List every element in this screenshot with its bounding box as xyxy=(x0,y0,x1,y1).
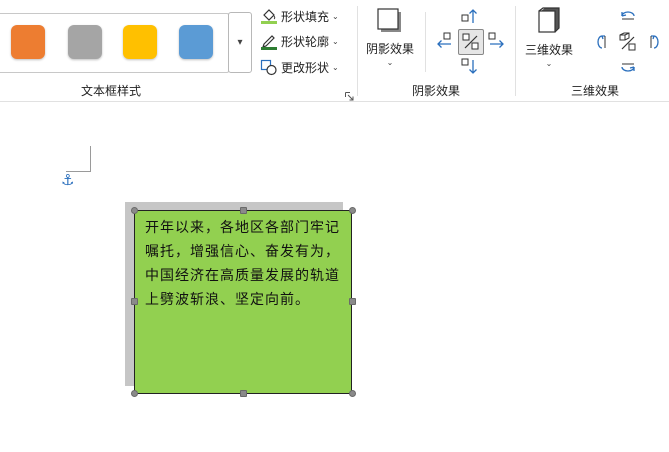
style-swatch-blue[interactable] xyxy=(179,25,213,59)
tilt-left-icon xyxy=(592,35,612,56)
resize-handle-top-right[interactable] xyxy=(349,207,356,214)
shadow-nudge-down-icon xyxy=(460,58,480,81)
shadow-nudge-left-icon xyxy=(434,32,454,55)
shadow-group-label: 阴影效果 xyxy=(412,84,461,98)
chevron-down-icon: ⌄ xyxy=(332,62,339,72)
shadow-toggle-icon xyxy=(459,33,483,58)
resize-handle-bottom-left[interactable] xyxy=(131,390,138,397)
tilt-up-button[interactable] xyxy=(618,6,638,30)
tilt-right-button[interactable] xyxy=(644,32,664,56)
threed-toggle-icon xyxy=(617,32,639,57)
textbox-style-gallery xyxy=(0,13,229,73)
group-separator xyxy=(357,6,358,96)
tilt-down-icon xyxy=(618,62,638,81)
threed-box-icon xyxy=(536,7,562,38)
tilt-down-button[interactable] xyxy=(618,57,638,81)
anchor-icon[interactable]: ⚓ xyxy=(61,171,74,189)
threed-effect-button[interactable]: 三维效果 ⌄ xyxy=(525,7,573,68)
text-box-content[interactable]: 开年以来，各地区各部门牢记嘱托，增强信心、奋发有为，中国经济在高质量发展的轨道上… xyxy=(145,216,345,312)
resize-handle-top[interactable] xyxy=(240,207,247,214)
shadow-nudge-down-button[interactable] xyxy=(460,57,480,81)
shadow-effect-button[interactable]: 阴影效果 ⌄ xyxy=(366,8,414,67)
change-shape-icon xyxy=(260,58,278,76)
resize-handle-bottom-right[interactable] xyxy=(349,390,356,397)
shadow-toggle-button[interactable] xyxy=(458,29,484,55)
shape-outline-label: 形状轮廓 xyxy=(281,34,330,49)
style-swatch-gold[interactable] xyxy=(123,25,157,59)
shadow-nudge-up-icon xyxy=(460,9,480,30)
chevron-down-icon: ▾ xyxy=(237,37,243,48)
text-box[interactable]: 开年以来，各地区各部门牢记嘱托，增强信心、奋发有为，中国经济在高质量发展的轨道上… xyxy=(134,210,352,394)
chevron-down-icon: ⌄ xyxy=(545,59,553,68)
threed-toggle-button[interactable] xyxy=(617,31,639,57)
shadow-nudge-left-button[interactable] xyxy=(434,31,454,55)
resize-handle-bottom[interactable] xyxy=(240,390,247,397)
textbox-styles-group-label: 文本框样式 xyxy=(81,84,142,98)
threed-effect-label: 三维效果 xyxy=(525,43,574,57)
pen-outline-icon xyxy=(260,32,278,50)
ribbon: ▾ 形状填充 ⌄ 形状轮廓 ⌄ 更改形状 ⌄ 文本框样式 阴影效果 ⌄ 阴影效果… xyxy=(0,0,669,102)
shadow-effect-label: 阴影效果 xyxy=(366,42,415,56)
chevron-down-icon: ⌄ xyxy=(332,36,339,46)
chevron-down-icon: ⌄ xyxy=(332,11,339,21)
shadow-nudge-up-button[interactable] xyxy=(460,6,480,30)
tilt-right-icon xyxy=(644,35,664,56)
shape-fill-label: 形状填充 xyxy=(281,9,330,24)
style-swatch-gray[interactable] xyxy=(68,25,102,59)
group-separator xyxy=(425,12,426,72)
threed-group-label: 三维效果 xyxy=(571,84,620,98)
margin-corner-mark xyxy=(66,146,91,172)
shape-fill-button[interactable]: 形状填充 ⌄ xyxy=(260,6,339,26)
resize-handle-left[interactable] xyxy=(131,298,138,305)
group-separator xyxy=(515,6,516,96)
change-shape-button[interactable]: 更改形状 ⌄ xyxy=(260,57,339,77)
shadow-nudge-right-icon xyxy=(487,32,507,55)
dialog-launcher-icon[interactable] xyxy=(345,86,354,101)
chevron-down-icon: ⌄ xyxy=(386,58,394,67)
resize-handle-right[interactable] xyxy=(349,298,356,305)
tilt-left-button[interactable] xyxy=(592,32,612,56)
shadow-nudge-right-button[interactable] xyxy=(487,31,507,55)
fill-bucket-icon xyxy=(260,7,278,25)
shadow-box-icon xyxy=(377,8,403,37)
tilt-up-icon xyxy=(618,11,638,30)
style-swatch-orange[interactable] xyxy=(11,25,45,59)
shape-outline-button[interactable]: 形状轮廓 ⌄ xyxy=(260,31,339,51)
gallery-more-button[interactable]: ▾ xyxy=(228,12,252,73)
change-shape-label: 更改形状 xyxy=(281,60,330,75)
resize-handle-top-left[interactable] xyxy=(131,207,138,214)
